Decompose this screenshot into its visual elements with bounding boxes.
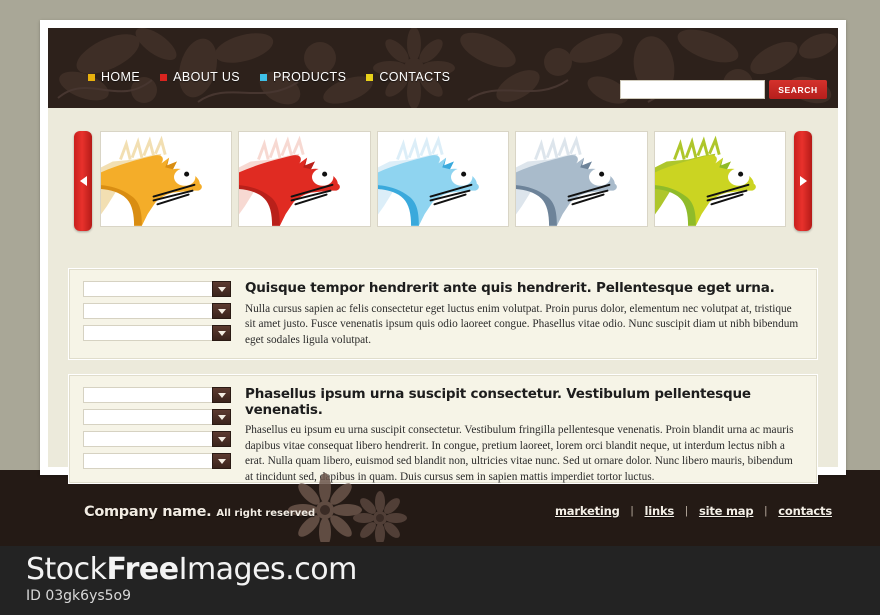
chevron-right-icon: [799, 175, 807, 186]
nav-label: ABOUT US: [173, 70, 240, 84]
footer-links: marketing | links | site map | contacts: [555, 504, 832, 518]
footer-separator: |: [764, 505, 768, 517]
bullet-icon: [160, 73, 168, 81]
dropdown-2-1[interactable]: [83, 387, 231, 403]
nav-item-home[interactable]: HOME: [88, 70, 140, 84]
watermark-brand-mid: Free: [106, 552, 180, 587]
bullet-icon: [366, 73, 374, 81]
image-carousel: [48, 124, 838, 237]
stock-photo-watermark: StockFreeImages.com ID 03gk6ys5o9: [0, 546, 880, 615]
chevron-down-icon[interactable]: [212, 325, 231, 341]
dropdown-value: [83, 281, 212, 297]
bullet-icon: [88, 73, 95, 81]
dropdown-2-2[interactable]: [83, 409, 231, 425]
content-panel-1: Quisque tempor hendrerit ante quis hendr…: [68, 268, 818, 360]
dragon-head-blue-illustration: [377, 135, 479, 226]
nav-item-contacts[interactable]: CONTACTS: [366, 70, 450, 84]
dropdown-value: [83, 453, 212, 469]
dragon-head-red-illustration: [239, 135, 341, 226]
footer-link-site-map[interactable]: site map: [699, 504, 754, 518]
chevron-down-icon[interactable]: [212, 281, 231, 297]
main-navigation: HOME ABOUT US PRODUCTS CONTACTS: [88, 70, 450, 84]
footer-separator: |: [685, 505, 688, 517]
watermark-brand-post: Images.com: [178, 552, 358, 587]
footer-link-links[interactable]: links: [645, 504, 675, 518]
panel-1-heading: Quisque tempor hendrerit ante quis hendr…: [245, 280, 775, 296]
dropdown-value: [83, 303, 212, 319]
dragon-head-lime-illustration: [654, 135, 756, 226]
page-frame: HOME ABOUT US PRODUCTS CONTACTS SEARCH Q…: [40, 20, 846, 484]
watermark-image-id: ID 03gk6ys5o9: [26, 587, 132, 604]
nav-item-about-us[interactable]: ABOUT US: [160, 70, 240, 84]
dropdown-1-1[interactable]: [83, 281, 231, 297]
dropdown-1-2[interactable]: [83, 303, 231, 319]
company-credit: Company name. All right reserved: [84, 504, 315, 520]
search-input[interactable]: [620, 80, 765, 99]
panel-1-copy: Quisque tempor hendrerit ante quis hendr…: [245, 280, 803, 348]
dropdown-value: [83, 325, 212, 341]
dropdown-value: [83, 409, 212, 425]
footer-separator: |: [630, 505, 634, 517]
nav-label: PRODUCTS: [272, 70, 347, 84]
dragon-head-slate-illustration: [516, 135, 618, 226]
nav-item-products[interactable]: PRODUCTS: [259, 70, 347, 84]
panel-1-body: Nulla cursus sapien ac felis consectetur…: [245, 302, 799, 346]
dropdown-1-3[interactable]: [83, 325, 231, 341]
dragon-head-orange-illustration: [101, 135, 202, 226]
nav-label: HOME: [101, 70, 141, 84]
site-header: HOME ABOUT US PRODUCTS CONTACTS SEARCH: [48, 28, 838, 108]
chevron-down-icon[interactable]: [212, 387, 231, 403]
watermark-brand: StockFreeImages.com: [26, 554, 880, 586]
chevron-down-icon[interactable]: [212, 409, 231, 425]
carousel-slide-dragon-head-orange[interactable]: [100, 131, 233, 227]
company-name: Company name.: [84, 504, 212, 520]
carousel-slide-dragon-head-lime[interactable]: [653, 131, 787, 227]
bullet-icon: [259, 73, 267, 81]
website-mockup-stage: HOME ABOUT US PRODUCTS CONTACTS SEARCH Q…: [0, 0, 880, 546]
search-button[interactable]: SEARCH: [769, 80, 827, 99]
dropdown-value: [83, 431, 212, 447]
carousel-slide-dragon-head-slate[interactable]: [515, 131, 648, 227]
carousel-slide-dragon-head-blue[interactable]: [376, 131, 510, 227]
carousel-prev-arrow[interactable]: [74, 130, 92, 231]
search-area: SEARCH: [620, 80, 827, 99]
panel-1-select-group: [83, 281, 231, 348]
chevron-down-icon[interactable]: [212, 303, 231, 319]
carousel-slide-dragon-head-red[interactable]: [238, 131, 371, 227]
dropdown-2-3[interactable]: [83, 431, 231, 447]
carousel-thumbnails: [100, 131, 787, 227]
company-rights: All right reserved: [216, 508, 316, 519]
chevron-down-icon[interactable]: [212, 453, 231, 469]
footer-link-contacts[interactable]: contacts: [778, 504, 832, 518]
panel-2-heading: Phasellus ipsum urna suscipit consectetu…: [245, 386, 751, 418]
chevron-down-icon[interactable]: [212, 431, 231, 447]
dropdown-2-4[interactable]: [83, 453, 231, 469]
carousel-next-arrow[interactable]: [794, 130, 812, 231]
footer-link-marketing[interactable]: marketing: [555, 504, 620, 518]
nav-label: CONTACTS: [379, 70, 451, 84]
dropdown-value: [83, 387, 212, 403]
watermark-brand-pre: Stock: [26, 552, 107, 587]
content-panel-2: Phasellus ipsum urna suscipit consectetu…: [68, 374, 818, 484]
chevron-left-icon: [79, 175, 87, 186]
page-inner: HOME ABOUT US PRODUCTS CONTACTS SEARCH Q…: [48, 28, 838, 484]
